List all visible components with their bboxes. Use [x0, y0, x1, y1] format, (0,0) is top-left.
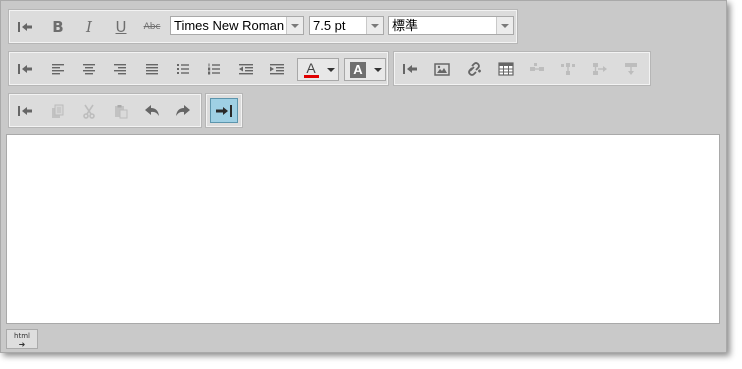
insert-toolbar — [393, 51, 651, 86]
undo-button[interactable] — [140, 100, 164, 122]
insert-table-button[interactable] — [494, 58, 518, 80]
rich-text-editor: B I U Abc Times New Roman 7.5 pt 標準 A A … — [0, 0, 727, 353]
align-right-button[interactable] — [108, 58, 132, 80]
link-icon — [468, 62, 481, 76]
split-cells-button[interactable] — [619, 58, 643, 80]
font-size-select[interactable]: 7.5 pt — [309, 16, 384, 35]
chevron-down-icon[interactable] — [366, 17, 383, 34]
indent-icon — [270, 64, 284, 75]
paste-button[interactable] — [109, 100, 133, 122]
italic-label: I — [86, 18, 92, 36]
chevron-down-icon[interactable] — [371, 68, 385, 72]
align-left-button[interactable] — [46, 58, 70, 80]
collapse-toolbar-icon[interactable] — [13, 58, 37, 80]
toggle-toolbar-icon — [216, 104, 232, 117]
align-left-icon — [52, 64, 64, 75]
undo-icon — [145, 105, 159, 116]
redo-button[interactable] — [171, 100, 195, 122]
redo-icon — [176, 105, 190, 116]
collapse-toolbar-icon[interactable] — [398, 58, 422, 80]
font-color-label: A — [306, 60, 316, 76]
split-cells-icon — [625, 63, 637, 75]
paragraph-toolbar: A A — [8, 51, 389, 86]
highlight-color-label: A — [350, 61, 366, 78]
align-right-icon — [114, 64, 126, 75]
cut-icon — [83, 104, 95, 119]
outdent-icon — [239, 64, 253, 75]
outdent-button[interactable] — [234, 58, 258, 80]
font-color-icon: A — [298, 61, 324, 78]
insert-row-icon — [530, 63, 544, 71]
indent-button[interactable] — [265, 58, 289, 80]
numbered-list-button[interactable] — [202, 58, 226, 80]
highlight-color-button[interactable]: A — [344, 58, 386, 81]
chevron-down-icon[interactable] — [286, 17, 303, 34]
image-icon — [434, 62, 450, 76]
font-format-toolbar: B I U Abc Times New Roman 7.5 pt 標準 — [8, 9, 518, 44]
editor-content-area[interactable] — [6, 134, 720, 324]
align-center-icon — [83, 64, 95, 75]
bold-button[interactable]: B — [46, 16, 70, 38]
strikethrough-button[interactable]: Abc — [140, 16, 164, 38]
font-color-button[interactable]: A — [297, 58, 339, 81]
chevron-down-icon[interactable] — [496, 17, 513, 34]
numbered-list-icon — [208, 63, 220, 75]
chevron-down-icon[interactable] — [324, 68, 338, 72]
merge-cells-icon — [593, 63, 607, 75]
strikethrough-label: Abc — [143, 22, 161, 32]
toggle-toolbar-button[interactable] — [210, 98, 238, 123]
clipboard-toolbar — [8, 93, 202, 128]
copy-button[interactable] — [46, 100, 70, 122]
font-family-select[interactable]: Times New Roman — [170, 16, 304, 35]
cut-button[interactable] — [77, 100, 101, 122]
font-color-swatch — [303, 75, 319, 78]
insert-column-button[interactable] — [556, 58, 580, 80]
font-family-value: Times New Roman — [174, 18, 285, 33]
underline-label: U — [115, 18, 127, 36]
highlight-color-icon: A — [345, 61, 371, 78]
paste-icon — [115, 104, 128, 118]
underline-button[interactable]: U — [109, 16, 133, 38]
collapse-toolbar-icon[interactable] — [13, 100, 37, 122]
italic-button[interactable]: I — [77, 16, 101, 38]
bold-label: B — [52, 18, 64, 36]
paragraph-style-value: 標準 — [392, 18, 419, 33]
font-size-value: 7.5 pt — [313, 18, 346, 33]
insert-image-button[interactable] — [430, 58, 454, 80]
paragraph-style-select[interactable]: 標準 — [388, 16, 514, 35]
merge-cells-button[interactable] — [588, 58, 612, 80]
arrow-right-icon: ➜ — [18, 340, 26, 349]
collapse-toolbar-icon[interactable] — [13, 16, 37, 38]
insert-row-button[interactable] — [525, 58, 549, 80]
justify-button[interactable] — [140, 58, 164, 80]
table-icon — [498, 62, 514, 76]
insert-link-button[interactable] — [462, 58, 486, 80]
bulleted-list-icon — [177, 64, 189, 74]
toggle-toolbar — [205, 93, 243, 128]
bulleted-list-button[interactable] — [171, 58, 195, 80]
copy-icon — [52, 104, 64, 118]
justify-icon — [146, 64, 158, 75]
insert-column-icon — [561, 63, 575, 75]
html-mode-button[interactable]: html ➜ — [6, 329, 38, 349]
align-center-button[interactable] — [77, 58, 101, 80]
